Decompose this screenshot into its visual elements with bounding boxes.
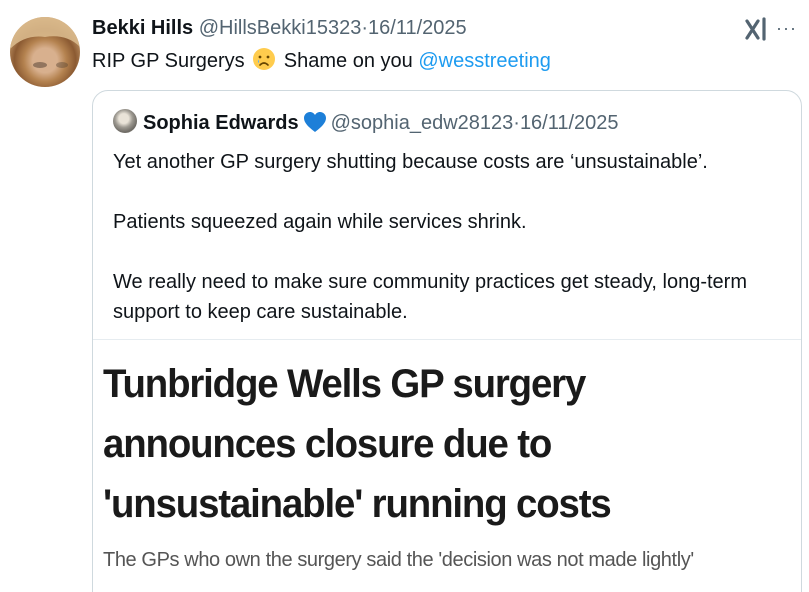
article-subhead: The GPs who own the surgery said the 'de… bbox=[103, 549, 694, 571]
quote-avatar[interactable] bbox=[113, 109, 137, 133]
tweet-text: RIP GP Surgerys Shame on you @wesstreeti… bbox=[92, 47, 551, 75]
author-handle[interactable]: @HillsBekki15323 bbox=[199, 17, 362, 39]
more-options-icon[interactable]: ··· bbox=[776, 16, 797, 40]
separator-dot: · bbox=[513, 112, 520, 134]
blue-heart-icon bbox=[303, 111, 327, 133]
quote-paragraph: We really need to make sure community pr… bbox=[113, 271, 747, 323]
tweet-text-main: RIP GP Surgerys bbox=[92, 50, 245, 72]
separator-dot: · bbox=[361, 17, 369, 39]
quote-header: Sophia Edwards @sophia_edw28123·16/11/20… bbox=[113, 109, 619, 137]
tweet-card[interactable]: Bekki Hills @HillsBekki15323·16/11/2025 … bbox=[0, 0, 809, 592]
quote-paragraph: Yet another GP surgery shutting because … bbox=[113, 151, 708, 173]
quote-author-name[interactable]: Sophia Edwards bbox=[143, 112, 299, 134]
quote-author-handle[interactable]: @sophia_edw28123 bbox=[331, 112, 514, 134]
tweet-date[interactable]: 16/11/2025 bbox=[368, 17, 467, 39]
mention-link[interactable]: @wesstreeting bbox=[418, 50, 551, 72]
quote-date[interactable]: 16/11/2025 bbox=[520, 112, 619, 134]
quoted-tweet[interactable]: Sophia Edwards @sophia_edw28123·16/11/20… bbox=[92, 90, 802, 592]
media-image[interactable]: Tunbridge Wells GP surgery announces clo… bbox=[93, 339, 801, 592]
article-headline: Tunbridge Wells GP surgery announces clo… bbox=[103, 362, 612, 526]
quote-paragraph: Patients squeezed again while services s… bbox=[113, 211, 527, 233]
quote-text: Yet another GP surgery shutting because … bbox=[113, 147, 783, 327]
grok-logo-icon[interactable] bbox=[744, 16, 770, 42]
crying-face-icon bbox=[252, 47, 276, 71]
avatar[interactable] bbox=[10, 17, 80, 87]
tweet-text-secondary: Shame on you bbox=[283, 50, 413, 72]
author-name[interactable]: Bekki Hills bbox=[92, 17, 193, 39]
tweet-header: Bekki Hills @HillsBekki15323·16/11/2025 bbox=[92, 14, 467, 42]
